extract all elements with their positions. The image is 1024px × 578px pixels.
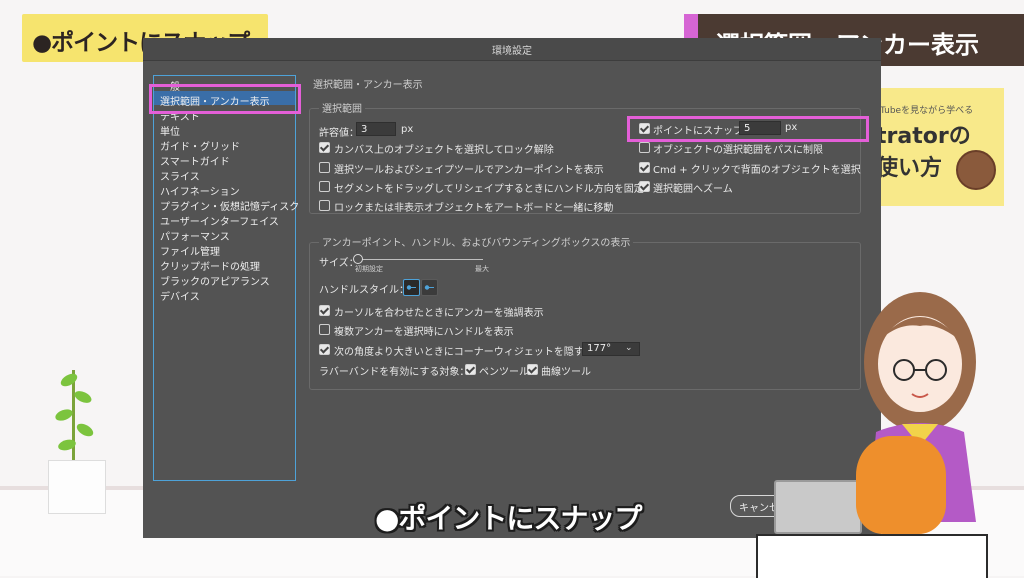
sidebar-item-smart-guides[interactable]: スマートガイド bbox=[160, 153, 230, 168]
highlight-box-snap bbox=[627, 116, 869, 142]
laptop bbox=[774, 480, 862, 534]
handle-style-label: ハンドルスタイル： bbox=[319, 285, 409, 296]
checkbox-show-handles-multiple[interactable] bbox=[319, 324, 330, 335]
selection-group-label: 選択範囲 bbox=[319, 100, 365, 115]
rubber-band-label: ラバーバンドを有効にする対象： bbox=[319, 367, 470, 378]
preferences-sidebar: 一般 選択範囲・アンカー表示 テキスト 単位 ガイド・グリッド スマートガイド … bbox=[153, 75, 299, 481]
option-select-unlock-label: カンバス上のオブジェクトを選択してロック解除 bbox=[334, 145, 554, 156]
caption-text: ●ポイントにスナップ bbox=[375, 502, 642, 535]
anchor-group-label: アンカーポイント、ハンドル、およびバウンディングボックスの表示 bbox=[319, 234, 634, 249]
handle-solid-icon bbox=[406, 285, 416, 290]
option-highlight-anchors-label: カーソルを合わせたときにアンカーを強調表示 bbox=[334, 308, 544, 319]
checkbox-constrain-to-path[interactable] bbox=[639, 142, 650, 153]
sidebar-item-black-appearance[interactable]: ブラックのアピアランス bbox=[160, 273, 270, 288]
size-slider-track[interactable] bbox=[358, 259, 483, 260]
sidebar-item-hyphenation[interactable]: ハイフネーション bbox=[160, 183, 240, 198]
checkbox-cmd-click-behind[interactable] bbox=[639, 162, 650, 173]
option-constrain-handle-label: セグメントをドラッグしてリシェイプするときにハンドル方向を固定 bbox=[334, 184, 644, 195]
panel-title: 選択範囲・アンカー表示 bbox=[313, 80, 423, 91]
corner-angle-value: 177° bbox=[587, 343, 612, 354]
checkbox-zoom-to-selection[interactable] bbox=[639, 181, 650, 192]
size-max-label: 最大 bbox=[475, 265, 489, 273]
curve-tool-label: 曲線ツール bbox=[541, 367, 591, 378]
book-title-line1: tratorの bbox=[876, 124, 971, 149]
tolerance-input[interactable]: 3 bbox=[356, 122, 396, 136]
sidebar-item-file-handling[interactable]: ファイル管理 bbox=[160, 243, 220, 258]
dialog-title: 環境設定 bbox=[492, 46, 532, 57]
handle-hollow-icon bbox=[424, 285, 434, 290]
option-constrain-to-path-label: オブジェクトの選択範囲をパスに制限 bbox=[653, 145, 823, 156]
checkbox-select-unlock[interactable] bbox=[319, 142, 330, 153]
plant-stem bbox=[72, 370, 75, 462]
checkbox-curve-tool[interactable] bbox=[527, 364, 538, 375]
handle-style-solid-option[interactable] bbox=[403, 279, 420, 296]
sidebar-item-units[interactable]: 単位 bbox=[160, 123, 180, 138]
plant-pot bbox=[48, 460, 106, 514]
size-slider-knob[interactable] bbox=[353, 254, 363, 264]
checkbox-show-anchor-points[interactable] bbox=[319, 162, 330, 173]
size-min-label: 初期設定 bbox=[355, 265, 383, 273]
pen-tool-label: ペンツール bbox=[479, 367, 529, 378]
sidebar-item-performance[interactable]: パフォーマンス bbox=[160, 228, 230, 243]
option-show-handles-label: 複数アンカーを選択時にハンドルを表示 bbox=[334, 327, 514, 338]
sidebar-item-guides-grid[interactable]: ガイド・グリッド bbox=[160, 138, 240, 153]
book-title-line2: 使い方 bbox=[876, 156, 943, 181]
corner-angle-dropdown[interactable]: 177° ⌄ bbox=[582, 342, 640, 356]
checkbox-hide-corner-widget[interactable] bbox=[319, 344, 330, 355]
checkbox-move-locked[interactable] bbox=[319, 200, 330, 211]
option-show-anchor-points-label: 選択ツールおよびシェイプツールでアンカーポイントを表示 bbox=[334, 165, 604, 176]
checkbox-constrain-handle[interactable] bbox=[319, 181, 330, 192]
option-zoom-to-selection-label: 選択範囲へズーム bbox=[653, 184, 733, 195]
option-move-locked-label: ロックまたは非表示オブジェクトをアートボードと一緒に移動 bbox=[334, 203, 614, 214]
sidebar-item-user-interface[interactable]: ユーザーインターフェイス bbox=[160, 213, 279, 228]
option-cmd-click-behind-label: Cmd + クリックで背面のオブジェクトを選択 bbox=[653, 165, 861, 176]
sidebar-item-devices[interactable]: デバイス bbox=[160, 288, 200, 303]
handle-style-hollow-option[interactable] bbox=[421, 279, 438, 296]
sidebar-item-plugins[interactable]: プラグイン・仮想記憶ディスク bbox=[160, 198, 299, 213]
tolerance-label: 許容値： bbox=[319, 128, 359, 139]
cat-mascot bbox=[856, 436, 946, 534]
book-subtitle: Tubeを見ながら学べる bbox=[880, 106, 974, 116]
sidebar-item-clipboard[interactable]: クリップボードの処理 bbox=[160, 258, 260, 273]
option-hide-corner-widget-label: 次の角度より大きいときにコーナーウィジェットを隠す： bbox=[334, 347, 594, 358]
checkbox-highlight-anchors[interactable] bbox=[319, 305, 330, 316]
highlight-box-sidebar bbox=[149, 84, 301, 114]
book-cover: Tubeを見ながら学べる tratorの 使い方 bbox=[870, 88, 1004, 206]
desk bbox=[756, 534, 988, 578]
book-face-illustration bbox=[956, 150, 996, 190]
chevron-down-icon: ⌄ bbox=[625, 343, 633, 353]
dialog-titlebar[interactable]: 環境設定 bbox=[143, 38, 881, 61]
sidebar-item-slices[interactable]: スライス bbox=[160, 168, 200, 183]
checkbox-pen-tool[interactable] bbox=[465, 364, 476, 375]
tolerance-unit: px bbox=[401, 124, 414, 135]
